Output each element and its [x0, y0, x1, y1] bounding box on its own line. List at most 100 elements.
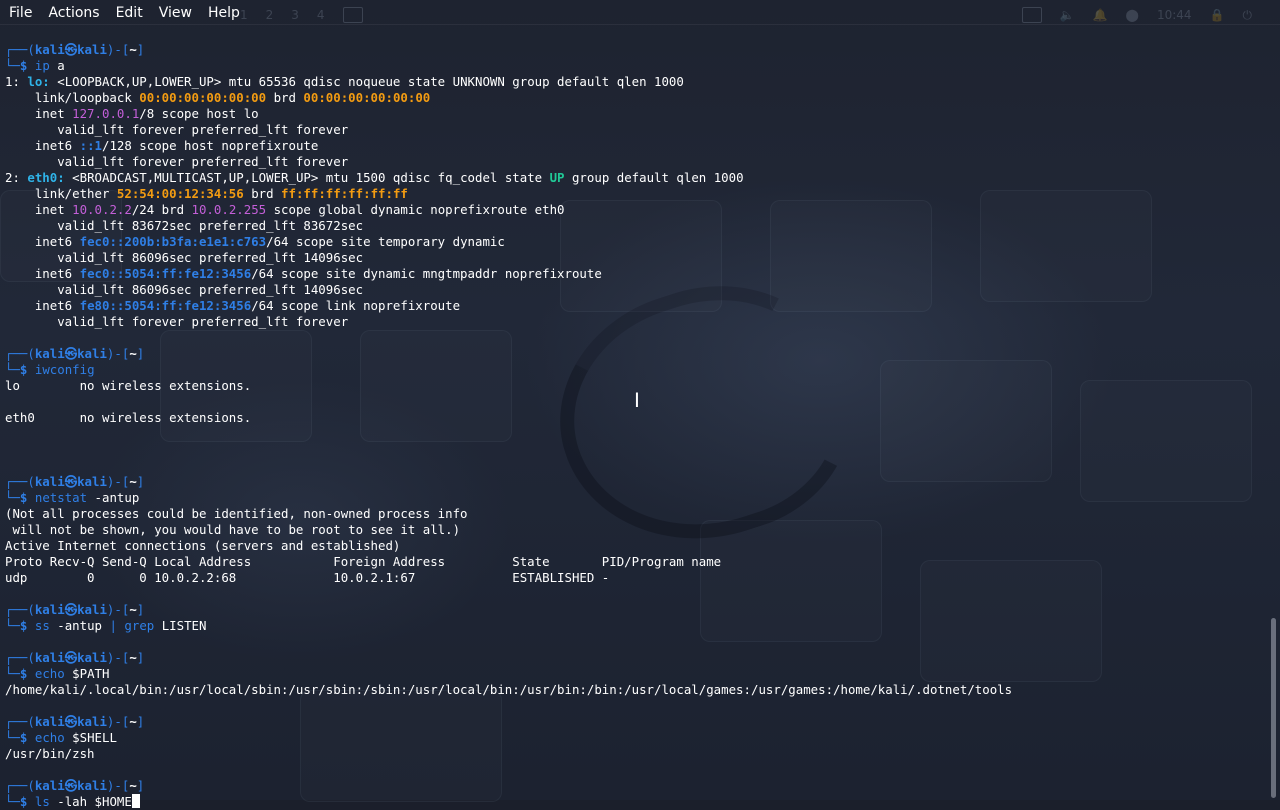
- prompt-user: kali: [34, 650, 65, 665]
- menu-actions[interactable]: Actions: [40, 2, 107, 24]
- prompt-user: kali: [34, 778, 65, 793]
- command-name: ss: [34, 618, 50, 633]
- prompt-frame: ]: [136, 346, 145, 361]
- command-args: $SHELL: [64, 730, 117, 745]
- menu-file[interactable]: File: [0, 2, 40, 24]
- prompt-host: kali: [77, 474, 107, 489]
- command-name: ls: [34, 794, 50, 809]
- command-name: echo: [34, 730, 65, 745]
- output-text: /24 brd: [131, 202, 192, 217]
- prompt-frame: └─: [5, 362, 20, 377]
- output-line: eth0 no wireless extensions.: [5, 410, 1267, 426]
- output-text: valid_lft forever preferred_lft forever: [5, 122, 349, 137]
- text-cursor-ibeam-icon: Ⅰ: [634, 388, 640, 412]
- output-text: valid_lft 83672sec preferred_lft 83672se…: [5, 218, 364, 233]
- output-line: inet6 fec0::5054:ff:fe12:3456/64 scope s…: [5, 266, 1267, 282]
- prompt-frame: └─: [5, 618, 20, 633]
- command-line: └─$ echo $SHELL: [5, 730, 1267, 746]
- output-text: valid_lft forever preferred_lft forever: [5, 154, 349, 169]
- prompt-header-line: ┌──(kali㉿kali)-[~]: [5, 714, 1267, 730]
- output-text: /64 scope site dynamic mngtmpaddr nopref…: [251, 266, 602, 281]
- output-text: Active Internet connections (servers and…: [5, 538, 401, 553]
- prompt-frame: └─: [5, 58, 20, 73]
- output-line: 1: lo: <LOOPBACK,UP,LOWER_UP> mtu 65536 …: [5, 74, 1267, 90]
- menu-edit[interactable]: Edit: [108, 2, 151, 24]
- prompt-header-line: ┌──(kali㉿kali)-[~]: [5, 650, 1267, 666]
- prompt-directory: ~: [129, 346, 137, 361]
- output-highlight: 127.0.0.1: [72, 106, 140, 121]
- output-line: valid_lft 83672sec preferred_lft 83672se…: [5, 218, 1267, 234]
- terminal-scrollbar[interactable]: [1271, 618, 1276, 798]
- output-highlight: fec0::200b:b3fa:e1e1:c763: [79, 234, 267, 249]
- output-line: valid_lft 86096sec preferred_lft 14096se…: [5, 282, 1267, 298]
- command-line: └─$ iwconfig: [5, 362, 1267, 378]
- command-args: -lah $HOME: [49, 794, 132, 809]
- output-line: udp 0 0 10.0.2.2:68 10.0.2.1:67 ESTABLIS…: [5, 570, 1267, 586]
- prompt-at-symbol: ㉿: [64, 602, 78, 617]
- prompt-directory: ~: [129, 778, 137, 793]
- menu-view[interactable]: View: [151, 2, 200, 24]
- prompt-header-line: ┌──(kali㉿kali)-[~]: [5, 42, 1267, 58]
- prompt-frame: ┌──(: [5, 42, 35, 57]
- prompt-frame: )-[: [106, 474, 130, 489]
- prompt-host: kali: [77, 650, 107, 665]
- prompt-frame: ┌──(: [5, 602, 35, 617]
- menu-help[interactable]: Help: [200, 2, 248, 24]
- terminal-output[interactable]: ┌──(kali㉿kali)-[~] └─$ ip a 1: lo: <LOOPBA…: [5, 42, 1267, 810]
- output-line: inet 10.0.2.2/24 brd 10.0.2.255 scope gl…: [5, 202, 1267, 218]
- prompt-frame: )-[: [106, 602, 130, 617]
- prompt-header-line: ┌──(kali㉿kali)-[~]: [5, 778, 1267, 794]
- output-text: inet6: [5, 298, 80, 313]
- prompt-at-symbol: ㉿: [64, 714, 78, 729]
- output-text: /8 scope host lo: [139, 106, 259, 121]
- output-text: <BROADCAST,MULTICAST,UP,LOWER_UP> mtu 15…: [72, 170, 550, 185]
- prompt-at-symbol: ㉿: [64, 346, 78, 361]
- prompt-frame: )-[: [106, 714, 130, 729]
- output-text: eth0 no wireless extensions.: [5, 410, 252, 425]
- output-text: lo no wireless extensions.: [5, 378, 252, 393]
- command-line: └─$ ls -lah $HOME: [5, 794, 1267, 810]
- output-line: valid_lft forever preferred_lft forever: [5, 314, 1267, 330]
- output-line: 2: eth0: <BROADCAST,MULTICAST,UP,LOWER_U…: [5, 170, 1267, 186]
- prompt-user: kali: [34, 346, 65, 361]
- output-text: 2:: [5, 170, 28, 185]
- prompt-host: kali: [77, 602, 107, 617]
- output-text: brd: [243, 186, 282, 201]
- command-args: $PATH: [64, 666, 110, 681]
- output-line: inet6 fe80::5054:ff:fe12:3456/64 scope l…: [5, 298, 1267, 314]
- output-highlight: 10.0.2.2: [72, 202, 132, 217]
- command-line: └─$ ip a: [5, 58, 1267, 74]
- output-highlight: UP: [549, 170, 565, 185]
- prompt-frame: ┌──(: [5, 650, 35, 665]
- prompt-host: kali: [77, 42, 107, 57]
- output-line: Proto Recv-Q Send-Q Local Address Foreig…: [5, 554, 1267, 570]
- output-text: inet: [5, 106, 73, 121]
- prompt-user: kali: [34, 602, 65, 617]
- command-args: |: [109, 618, 117, 633]
- prompt-at-symbol: ㉿: [64, 778, 78, 793]
- output-line: /home/kali/.local/bin:/usr/local/sbin:/u…: [5, 682, 1267, 698]
- output-highlight: 52:54:00:12:34:56: [116, 186, 244, 201]
- output-line: inet6 ::1/128 scope host noprefixroute: [5, 138, 1267, 154]
- prompt-frame: ┌──(: [5, 474, 35, 489]
- output-highlight: fe80::5054:ff:fe12:3456: [79, 298, 252, 313]
- prompt-directory: ~: [129, 714, 137, 729]
- output-line: link/loopback 00:00:00:00:00:00 brd 00:0…: [5, 90, 1267, 106]
- prompt-frame: )-[: [106, 650, 130, 665]
- prompt-header-line: ┌──(kali㉿kali)-[~]: [5, 346, 1267, 362]
- output-highlight: 00:00:00:00:00:00: [139, 90, 267, 105]
- prompt-frame: ┌──(: [5, 778, 35, 793]
- prompt-frame: ]: [136, 474, 145, 489]
- output-line: inet 127.0.0.1/8 scope host lo: [5, 106, 1267, 122]
- terminal-menubar: File Actions Edit View Help: [0, 0, 1280, 26]
- output-highlight: eth0:: [27, 170, 73, 185]
